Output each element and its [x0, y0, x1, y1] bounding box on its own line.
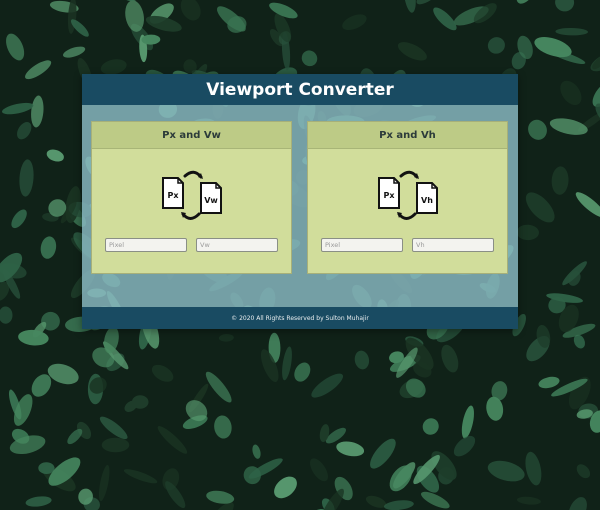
page-title: Viewport Converter [206, 79, 394, 100]
vh-input[interactable] [412, 238, 494, 252]
arrow-icon [183, 170, 203, 179]
app-panel: Viewport Converter Px and Vw Px Vw Pixel… [82, 74, 518, 329]
card-title: Px and Vh [308, 122, 507, 149]
convert-illustration: Px Vw [162, 170, 222, 220]
arrow-icon [397, 212, 417, 220]
document-icon: Px [162, 177, 184, 209]
app-header: Viewport Converter [82, 74, 518, 105]
pixel-input[interactable] [321, 238, 403, 252]
document-icon: Vh [416, 182, 438, 214]
arrow-icon [399, 170, 419, 179]
card-px-vh: Px and Vh Px Vh [307, 121, 508, 274]
card-px-vw: Px and Vw Px Vw [91, 121, 292, 274]
doc-to-label: Vh [421, 196, 433, 205]
pixel-input[interactable] [105, 238, 187, 252]
card-title: Px and Vw [92, 122, 291, 149]
copyright-text: © 2020 All Rights Reserved by Sulton Muh… [231, 314, 369, 322]
leaf-shape [101, 437, 130, 453]
arrow-icon [181, 212, 201, 220]
doc-from-label: Px [383, 191, 395, 200]
footer: © 2020 All Rights Reserved by Sulton Muh… [82, 307, 518, 329]
doc-to-label: Vw [204, 196, 218, 205]
document-icon: Vw [200, 182, 222, 214]
vw-input[interactable] [196, 238, 278, 252]
convert-illustration: Px Vh [378, 170, 438, 220]
document-icon: Px [378, 177, 400, 209]
doc-from-label: Px [167, 191, 179, 200]
